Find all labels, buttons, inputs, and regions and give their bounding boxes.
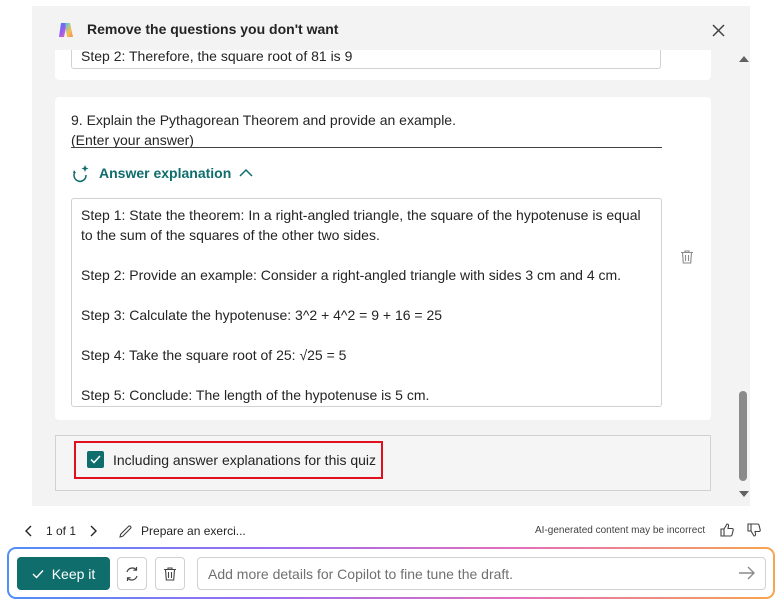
close-button[interactable] [708,20,728,40]
page-indicator: 1 of 1 [46,524,77,538]
draft-title[interactable]: Prepare an exerci... [118,524,246,539]
composer-inner: Keep it [9,549,773,597]
copilot-composer: Keep it [7,547,775,599]
panel-title: Remove the questions you don't want [87,21,339,37]
send-arrow-icon [739,566,755,580]
refresh-icon [126,566,138,581]
scroll-up-arrow-icon[interactable] [739,56,749,62]
question-text: 9. Explain the Pythagorean Theorem and p… [71,110,456,150]
chevron-right-icon [90,525,98,537]
answer-underline [71,147,662,148]
ai-disclaimer: AI-generated content may be incorrect [535,525,706,536]
panel-header: Remove the questions you don't want [32,6,750,50]
keep-it-label: Keep it [51,565,96,582]
trash-icon[interactable] [679,249,695,265]
discard-button[interactable] [155,557,185,590]
regenerate-button[interactable] [117,557,147,590]
copilot-details-input[interactable] [197,557,766,590]
chevron-up-icon [239,168,253,177]
answer-explanation-label: Answer explanation [99,165,232,181]
sparkle-icon [73,165,89,183]
answer-explanation-toggle[interactable]: Answer explanation [71,163,253,183]
scroll-down-arrow-icon[interactable] [739,491,749,497]
chevron-left-icon [25,525,32,537]
next-draft-button[interactable] [86,523,102,539]
include-explanations-checkbox[interactable] [87,451,104,468]
scroll-thumb[interactable] [739,391,747,481]
draft-title-text: Prepare an exerci... [141,524,246,538]
send-button[interactable] [737,563,757,583]
include-explanations-label[interactable]: Including answer explanations for this q… [113,451,376,469]
thumbs-up-icon[interactable] [719,522,735,538]
answer-explanation-text[interactable]: Step 1: State the theorem: In a right-an… [71,198,662,407]
thumbs-down-icon[interactable] [746,522,762,538]
trash-icon [164,566,176,581]
previous-draft-button[interactable] [20,523,36,539]
previous-question-card: Step 2: Therefore, the square root of 81… [55,45,711,80]
draft-navigation: 1 of 1 Prepare an exerci... [20,520,246,542]
question-card: 9. Explain the Pythagorean Theorem and p… [55,97,711,420]
panel-scrollbar[interactable] [736,50,750,500]
pencil-icon [119,524,132,538]
question-prompt: 9. Explain the Pythagorean Theorem and p… [71,112,456,128]
checkmark-icon [90,455,101,464]
keep-it-button[interactable]: Keep it [17,557,110,590]
close-icon [711,23,725,37]
copilot-logo-icon [59,23,73,37]
checkmark-icon [32,569,44,579]
